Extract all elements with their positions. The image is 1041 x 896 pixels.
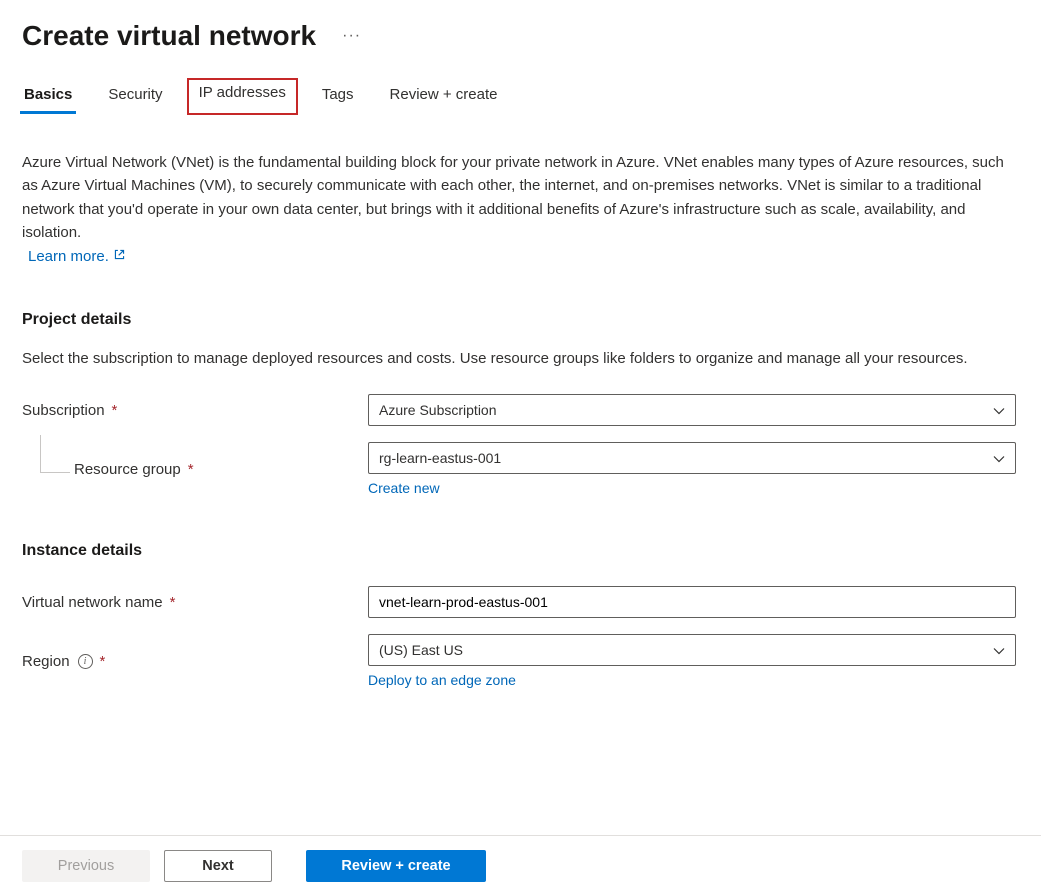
instance-details-heading: Instance details	[22, 542, 1019, 560]
tab-review-create[interactable]: Review + create	[388, 80, 500, 113]
subscription-label: Subscription	[22, 402, 105, 419]
hierarchy-line	[40, 435, 70, 473]
project-details-sub: Select the subscription to manage deploy…	[22, 347, 1019, 370]
region-label: Region	[22, 653, 70, 670]
tab-tags[interactable]: Tags	[320, 80, 356, 113]
subscription-value: Azure Subscription	[379, 402, 497, 418]
learn-more-link[interactable]: Learn more.	[22, 248, 126, 265]
learn-more-label: Learn more.	[28, 248, 109, 265]
review-create-button[interactable]: Review + create	[306, 850, 486, 882]
subscription-select[interactable]: Azure Subscription	[368, 394, 1016, 426]
tab-security[interactable]: Security	[106, 80, 164, 113]
external-link-icon	[113, 248, 126, 265]
chevron-down-icon	[993, 644, 1005, 656]
wizard-footer: Previous Next Review + create	[0, 835, 1041, 896]
resource-group-select[interactable]: rg-learn-eastus-001	[368, 442, 1016, 474]
tab-basics[interactable]: Basics	[22, 80, 74, 113]
project-details-heading: Project details	[22, 311, 1019, 329]
vnet-name-input[interactable]	[368, 586, 1016, 618]
required-asterisk: *	[112, 402, 118, 419]
previous-button[interactable]: Previous	[22, 850, 150, 882]
deploy-edge-link[interactable]: Deploy to an edge zone	[368, 672, 516, 688]
vnet-name-label: Virtual network name	[22, 594, 163, 611]
chevron-down-icon	[993, 404, 1005, 416]
resource-group-value: rg-learn-eastus-001	[379, 450, 501, 466]
required-asterisk: *	[188, 461, 194, 478]
intro-text: Azure Virtual Network (VNet) is the fund…	[22, 151, 1019, 244]
region-select[interactable]: (US) East US	[368, 634, 1016, 666]
page-title: Create virtual network	[22, 20, 316, 52]
region-value: (US) East US	[379, 642, 463, 658]
info-icon[interactable]: i	[78, 654, 93, 669]
next-button[interactable]: Next	[164, 850, 272, 882]
required-asterisk: *	[100, 653, 106, 670]
more-icon[interactable]: ···	[328, 27, 361, 45]
tab-ip-addresses[interactable]: IP addresses	[187, 78, 298, 115]
resource-group-label: Resource group	[74, 461, 181, 478]
required-asterisk: *	[170, 594, 176, 611]
wizard-tabs: Basics Security IP addresses Tags Review…	[22, 80, 1019, 113]
create-new-link[interactable]: Create new	[368, 480, 440, 496]
chevron-down-icon	[993, 452, 1005, 464]
